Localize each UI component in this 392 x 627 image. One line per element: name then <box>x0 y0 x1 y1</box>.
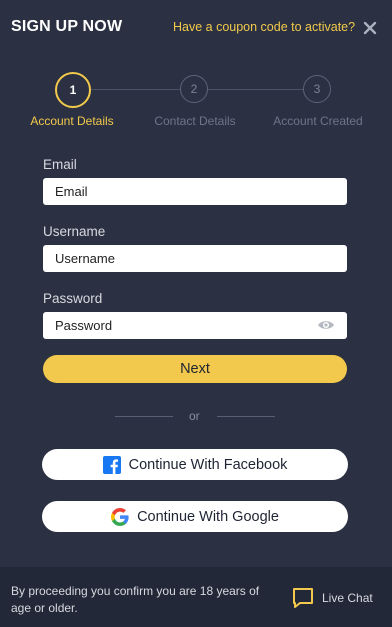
step-1-indicator: 1 <box>55 72 91 108</box>
age-disclaimer: By proceeding you confirm you are 18 yea… <box>11 584 260 615</box>
close-icon[interactable] <box>361 19 379 37</box>
step-1-number: 1 <box>69 83 77 97</box>
or-divider: or <box>0 409 392 425</box>
next-button[interactable]: Next <box>43 355 347 383</box>
coupon-code-link[interactable]: Have a coupon code to activate? <box>173 20 355 34</box>
live-chat-label: Live Chat <box>322 591 373 605</box>
signup-stepper: 1 2 3 Account Details Contact Details Ac… <box>0 70 392 140</box>
password-field[interactable] <box>43 312 347 339</box>
email-label: Email <box>43 157 77 172</box>
or-text: or <box>189 409 200 423</box>
continue-with-facebook-button[interactable]: Continue With Facebook <box>42 449 348 480</box>
step-2-label: Contact Details <box>154 114 236 128</box>
step-3-indicator: 3 <box>303 75 331 103</box>
step-3-number: 3 <box>313 82 321 96</box>
step-connector <box>207 89 304 90</box>
signup-header: SIGN UP NOW Have a coupon code to activa… <box>0 0 392 56</box>
facebook-button-label: Continue With Facebook <box>128 456 288 473</box>
facebook-icon <box>102 455 121 474</box>
step-connector <box>89 89 181 90</box>
live-chat-button[interactable]: Live Chat <box>292 586 373 610</box>
page-title: SIGN UP NOW <box>11 18 123 35</box>
google-button-label: Continue With Google <box>137 508 279 525</box>
step-2-number: 2 <box>190 82 198 96</box>
eye-icon[interactable] <box>317 318 335 332</box>
divider-line-right <box>217 416 275 417</box>
google-icon <box>111 507 129 526</box>
divider-line-left <box>115 416 173 417</box>
footer: By proceeding you confirm you are 18 yea… <box>0 567 392 627</box>
step-3-label: Account Created <box>273 114 363 128</box>
step-1-label: Account Details <box>30 114 114 128</box>
email-field[interactable] <box>43 178 347 205</box>
username-field[interactable] <box>43 245 347 272</box>
password-label: Password <box>43 291 103 306</box>
chat-bubble-icon <box>293 588 313 608</box>
step-2-indicator: 2 <box>180 75 208 103</box>
username-label: Username <box>43 224 106 239</box>
continue-with-google-button[interactable]: Continue With Google <box>42 501 348 532</box>
